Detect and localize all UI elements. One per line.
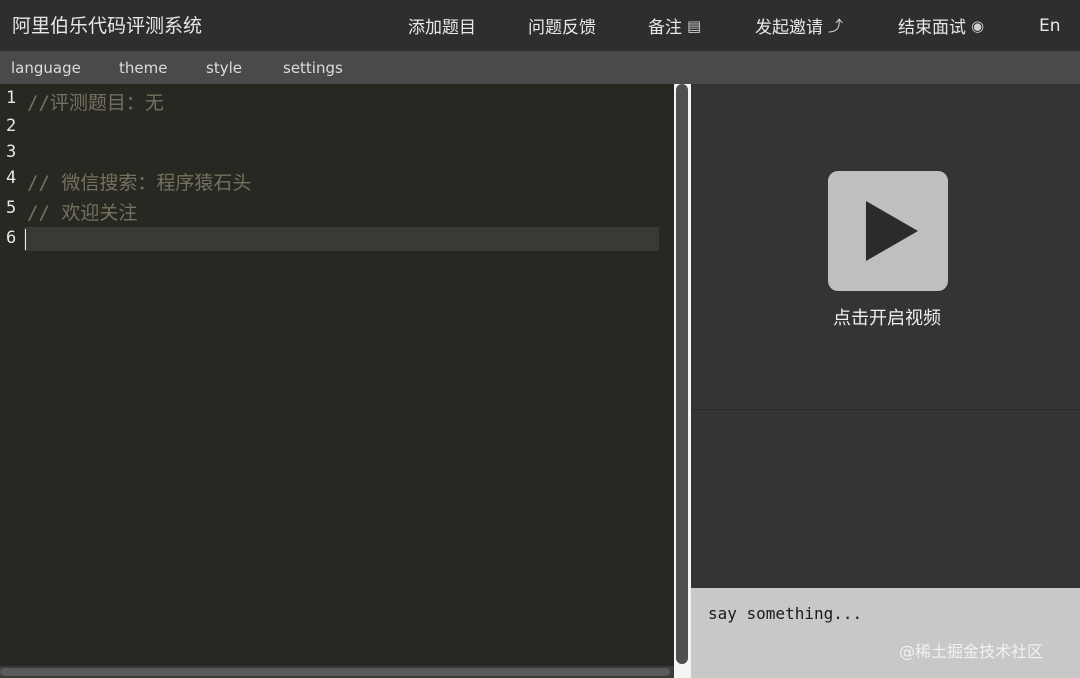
line-number: 6 bbox=[6, 228, 17, 248]
start-video-label[interactable]: 点击开启视频 bbox=[691, 304, 1080, 330]
nav-label: En bbox=[1039, 15, 1061, 36]
theme-menu[interactable]: theme bbox=[119, 59, 167, 77]
language-menu[interactable]: language bbox=[11, 59, 81, 77]
nav-label: 添加题目 bbox=[408, 18, 476, 38]
code-line: 4 // 微信搜索：程序猿石头 bbox=[0, 166, 674, 194]
app-title: 阿里伯乐代码评测系统 bbox=[12, 15, 203, 37]
code-line: 6 bbox=[0, 226, 674, 252]
feedback-link[interactable]: 问题反馈 bbox=[528, 0, 596, 51]
vertical-scrollbar[interactable] bbox=[674, 84, 691, 678]
settings-menu[interactable]: settings bbox=[283, 59, 343, 77]
nav-label: 问题反馈 bbox=[528, 18, 596, 38]
add-problem-link[interactable]: 添加题目 bbox=[408, 0, 476, 51]
line-number: 1 bbox=[6, 88, 17, 108]
end-interview-link[interactable]: 结束面试 ◉ bbox=[898, 0, 984, 51]
line-text: // 欢迎关注 bbox=[27, 202, 138, 224]
notepad-icon: ▤ bbox=[687, 16, 702, 35]
code-line: 1 //评测题目：无 bbox=[0, 86, 674, 114]
stop-circle-icon: ◉ bbox=[971, 16, 985, 35]
line-number: 5 bbox=[6, 198, 17, 218]
code-line: 2 bbox=[0, 114, 674, 140]
line-number: 4 bbox=[6, 168, 17, 188]
start-video-button[interactable] bbox=[828, 171, 948, 291]
notes-link[interactable]: 备注 ▤ bbox=[648, 0, 701, 51]
chat-box[interactable]: say something... @稀土掘金技术社区 bbox=[691, 588, 1080, 678]
code-line: 3 bbox=[0, 140, 674, 166]
scrollbar-thumb[interactable] bbox=[676, 84, 688, 664]
style-menu[interactable]: style bbox=[206, 59, 242, 77]
code-line: 5 // 欢迎关注 bbox=[0, 196, 674, 224]
horizontal-scrollbar[interactable] bbox=[0, 666, 674, 678]
invite-link[interactable]: 发起邀请 ⤴ bbox=[755, 0, 843, 51]
nav-label: 结束面试 bbox=[898, 18, 966, 38]
editor-toolbar: language theme style settings bbox=[0, 51, 1080, 84]
line-number: 2 bbox=[6, 116, 17, 136]
language-toggle[interactable]: En bbox=[1039, 0, 1061, 51]
line-number: 3 bbox=[6, 142, 17, 162]
scrollbar-thumb[interactable] bbox=[0, 668, 670, 676]
text-cursor bbox=[25, 229, 26, 250]
share-icon: ⤴ bbox=[828, 17, 844, 35]
line-text: // 微信搜索：程序猿石头 bbox=[27, 172, 252, 194]
play-icon bbox=[866, 201, 918, 261]
line-text: //评测题目：无 bbox=[27, 92, 164, 114]
chat-input[interactable]: say something... bbox=[708, 604, 862, 623]
watermark: @稀土掘金技术社区 bbox=[899, 642, 1044, 661]
side-panel: 点击开启视频 say something... @稀土掘金技术社区 bbox=[691, 84, 1080, 678]
top-bar: 阿里伯乐代码评测系统 添加题目 问题反馈 备注 ▤ 发起邀请 ⤴ 结束面试 ◉ … bbox=[0, 0, 1080, 51]
nav-label: 发起邀请 bbox=[755, 18, 823, 38]
video-area: 点击开启视频 bbox=[691, 84, 1080, 410]
code-editor[interactable]: 1 //评测题目：无 2 3 4 // 微信搜索：程序猿石头 5 // 欢迎关注… bbox=[0, 84, 674, 666]
nav-label: 备注 bbox=[648, 18, 682, 38]
